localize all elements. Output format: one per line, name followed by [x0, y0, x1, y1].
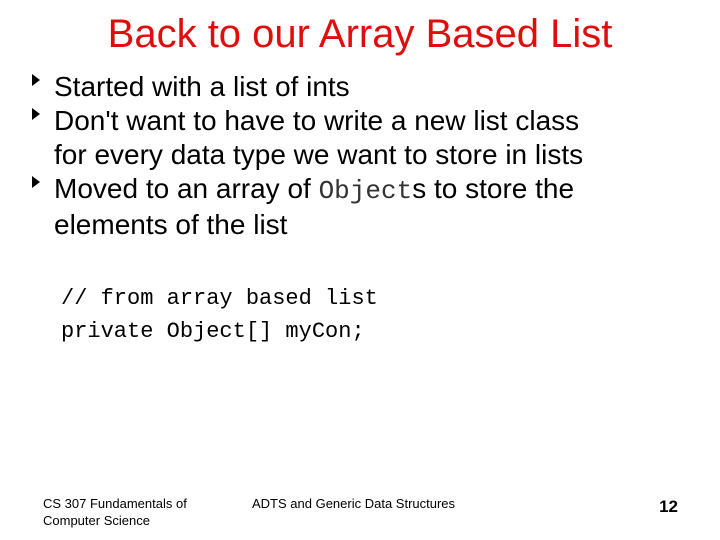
footer-topic: ADTS and Generic Data Structures: [252, 496, 456, 511]
triangle-bullet-icon: [32, 74, 40, 86]
bullet-text-line2: elements of the list: [54, 209, 288, 240]
bullet-text: Started with a list of ints: [54, 71, 350, 102]
code-line: private Object[] myCon;: [61, 319, 365, 344]
slide: Back to our Array Based List Started wit…: [0, 0, 720, 540]
bullet-text-line1: Moved to an array of Objects to store th…: [54, 172, 708, 208]
slide-title-text: Back to our Array Based List: [107, 12, 613, 56]
bullet-item: Don't want to have to write a new list c…: [28, 104, 708, 172]
bullet-text-suffix: s to store the: [412, 173, 575, 204]
footer-course-line1: CS 307 Fundamentals of: [43, 496, 187, 511]
triangle-bullet-icon: [32, 176, 40, 188]
bullet-list: Started with a list of ints Don't want t…: [28, 70, 708, 242]
triangle-bullet-icon: [32, 108, 40, 120]
bullet-item: Started with a list of ints: [28, 70, 708, 104]
inline-code: Object: [318, 176, 413, 206]
code-block: // from array based list private Object[]…: [61, 282, 378, 348]
bullet-text-line1: Don't want to have to write a new list c…: [54, 105, 580, 136]
slide-title: Back to our Array Based List: [0, 6, 720, 62]
footer-course-line2: Computer Science: [43, 513, 150, 528]
bullet-item: Moved to an array of Objects to store th…: [28, 172, 708, 242]
code-line: // from array based list: [61, 286, 378, 311]
bullet-text-prefix: Moved to an array of: [54, 173, 319, 204]
footer-course: CS 307 Fundamentals of Computer Science: [43, 495, 223, 529]
bullet-text-line2: for every data type we want to store in …: [54, 139, 584, 170]
page-number: 12: [659, 497, 678, 516]
